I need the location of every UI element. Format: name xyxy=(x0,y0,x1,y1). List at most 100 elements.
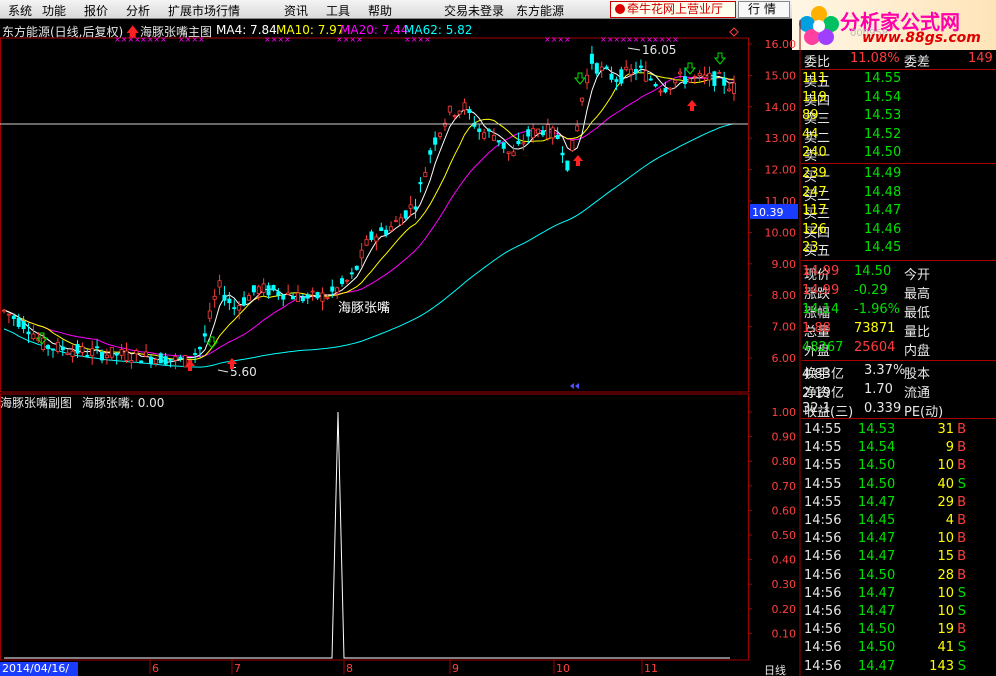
signal-marker: ×××× xyxy=(404,35,431,44)
tick-price: 14.50 xyxy=(858,476,896,492)
stat-row: 现价 14.50 今开 14.99 xyxy=(802,263,996,283)
order-price: 14.49 xyxy=(864,166,902,181)
tick-row: 14:55 14.50 40 S xyxy=(802,476,996,494)
candle-body xyxy=(207,310,212,319)
tick-row: 14:56 14.47 143 S xyxy=(802,658,996,676)
candle-body xyxy=(139,360,144,364)
order-book-buy-row: 买五 14.45 23 xyxy=(802,239,996,259)
signal-marker: ×××× xyxy=(140,35,167,44)
candle-body xyxy=(163,356,168,365)
tick-direction: B xyxy=(957,622,966,638)
order-price: 14.54 xyxy=(864,89,902,105)
candle-body xyxy=(232,307,237,310)
order-volume: 126 xyxy=(802,221,827,237)
candlesticks xyxy=(2,45,737,370)
tick-time: 14:55 xyxy=(804,476,842,492)
candle-body xyxy=(291,295,296,300)
candle-body xyxy=(501,142,506,149)
stat-value: 1.88 xyxy=(802,321,831,336)
candle-body xyxy=(550,127,555,139)
candle-body xyxy=(50,348,55,351)
tick-time: 14:55 xyxy=(804,422,842,437)
period-label[interactable]: 日线 xyxy=(764,662,786,676)
month-label: 9 xyxy=(452,662,459,675)
stat-value: 14.14 xyxy=(802,302,840,317)
tick-price: 14.50 xyxy=(858,622,896,638)
candle-body xyxy=(202,333,207,337)
wei-bi-row: 委比 11.08% 委差 149 xyxy=(802,50,996,70)
tick-direction: B xyxy=(957,458,966,474)
price-tick-label: 15.00 xyxy=(765,69,797,82)
tick-time: 14:56 xyxy=(804,549,842,565)
fundamental-value: 32.1 xyxy=(802,401,831,416)
sub-chart-title[interactable]: 海豚张嘴副图 xyxy=(0,396,72,410)
site-logo: 分析家公式网 000958 www.88gs.com xyxy=(792,0,996,50)
candle-body xyxy=(643,70,648,82)
fundamental-value: 0.339 xyxy=(864,401,902,416)
kline-chart[interactable]: 16.055.60海豚张嘴×××× ×××× ×××× ×××× ×××× ×××× ×××… xyxy=(0,0,802,676)
candle-body xyxy=(433,137,438,145)
candle-body xyxy=(545,124,550,139)
candle-body xyxy=(540,130,545,136)
tick-time: 14:56 xyxy=(804,622,842,638)
candle-body xyxy=(75,343,80,354)
scroll-arrow-icon xyxy=(570,383,579,389)
candle-body xyxy=(227,298,232,304)
tick-row: 14:55 14.47 29 B xyxy=(802,494,996,512)
candle-body xyxy=(148,356,153,364)
candle-body xyxy=(393,220,398,222)
quote-panel: 委比 11.08% 委差 149 卖五 14.55 111 卖四 14.54 119 卖三 1… xyxy=(802,50,996,676)
sub-tick-label: 0.10 xyxy=(772,627,797,640)
candle-body xyxy=(261,283,266,293)
stat-label: 最低 xyxy=(904,306,931,321)
order-volume: 247 xyxy=(802,184,827,200)
tick-time: 14:56 xyxy=(804,640,842,656)
tick-row: 14:56 14.47 10 S xyxy=(802,603,996,621)
candle-body xyxy=(418,182,423,185)
candle-body xyxy=(663,88,668,93)
candle-body xyxy=(487,129,492,132)
tick-time: 14:55 xyxy=(804,440,842,456)
low-pointer xyxy=(217,369,229,373)
candle-body xyxy=(457,110,462,115)
tick-volume: 40 xyxy=(937,476,954,492)
candle-body xyxy=(271,285,276,291)
candle-body xyxy=(521,142,526,145)
tick-volume: 4 xyxy=(945,513,954,528)
sub-chart-header: 海豚张嘴副图 海豚张嘴: 0.00 xyxy=(0,394,164,411)
tick-direction: S xyxy=(957,585,966,601)
candle-body xyxy=(599,66,604,71)
price-tick-label: 8.00 xyxy=(772,289,797,302)
signal-marker: ×××× xyxy=(652,35,679,44)
candle-body xyxy=(237,305,242,311)
stat-value: -1.96% xyxy=(854,302,900,317)
candle-body xyxy=(168,358,173,361)
tick-time: 14:56 xyxy=(804,658,842,674)
sub-tick-label: 0.40 xyxy=(772,554,797,567)
tick-volume: 10 xyxy=(937,531,954,547)
fundamental-value: 1.70 xyxy=(864,382,893,397)
tick-row: 14:56 14.47 10 B xyxy=(802,530,996,548)
candle-body xyxy=(668,87,673,90)
candle-body xyxy=(648,78,653,81)
tick-price: 14.50 xyxy=(858,640,896,656)
candle-body xyxy=(124,350,129,361)
logo-url: www.88gs.com xyxy=(862,30,981,46)
sub-chart-value: 海豚张嘴: 0.00 xyxy=(81,396,165,410)
candle-body xyxy=(722,77,727,86)
candle-body xyxy=(46,345,51,349)
tick-volume: 9 xyxy=(945,440,954,456)
candle-body xyxy=(634,68,639,74)
fundamental-value: 2.19亿 xyxy=(802,386,844,401)
tick-price: 14.47 xyxy=(858,658,896,674)
candle-body xyxy=(178,356,183,359)
order-volume: 23 xyxy=(802,240,819,256)
candle-body xyxy=(379,227,384,232)
dolphin-annotation: 海豚张嘴 xyxy=(338,301,390,316)
sell-arrow-icon xyxy=(573,72,587,85)
month-label: 6 xyxy=(152,662,159,675)
crosshair-price-label: 10.39 xyxy=(752,206,784,219)
candle-body xyxy=(398,217,403,226)
candle-body xyxy=(462,102,467,111)
stat-value: 14.99 xyxy=(802,264,840,279)
